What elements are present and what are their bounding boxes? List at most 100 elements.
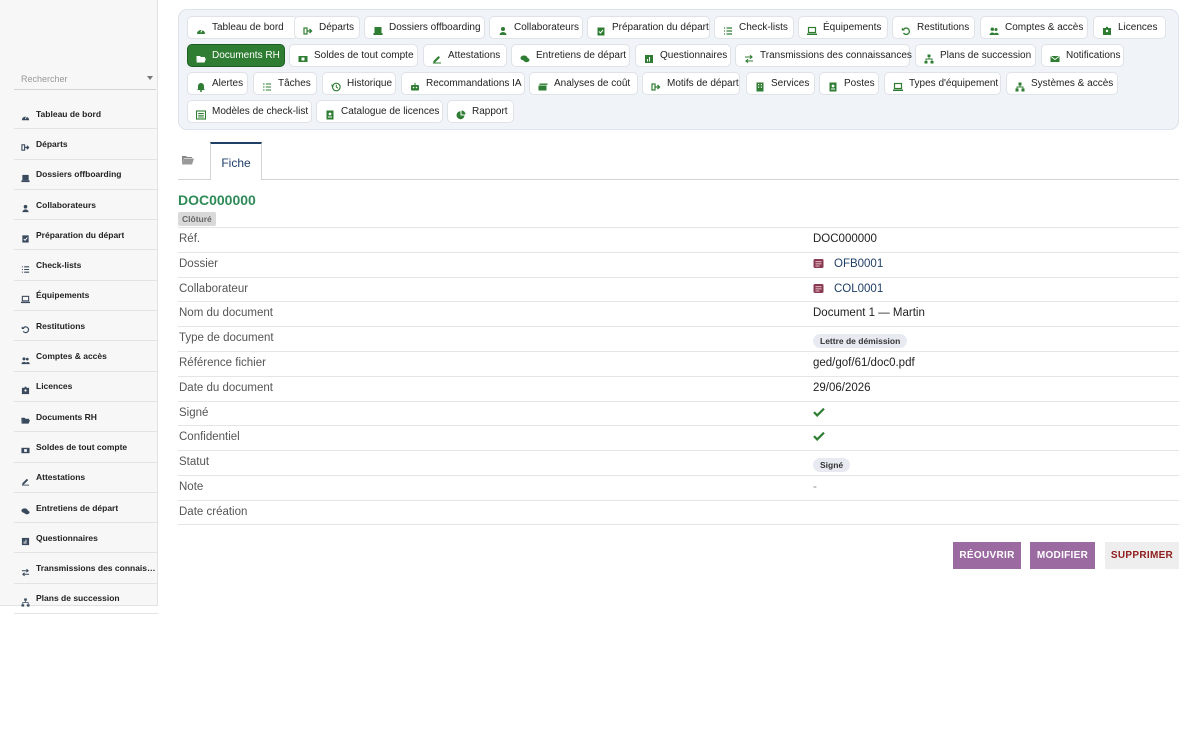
sidebar-item-label: Transmissions des connaissances	[36, 563, 158, 574]
field-label: Collaborateur	[179, 282, 249, 295]
nav-button[interactable]: Analyses de coût	[529, 72, 638, 95]
nav-button[interactable]: Modèles de check-list	[187, 100, 312, 123]
nav-button[interactable]: Préparation du départ	[587, 16, 710, 39]
delete-button[interactable]: SUPPRIMER	[1105, 542, 1179, 569]
field-row: Dossier OFB0001	[178, 251, 1179, 277]
nav-button[interactable]: Équipements	[798, 16, 888, 39]
top-navigation: Tableau de bord Départs Dossiers offboardi…	[178, 9, 1179, 130]
id-card-icon	[828, 79, 838, 91]
edit-button[interactable]: MODIFIER	[1030, 542, 1095, 569]
nav-button[interactable]: Documents RH	[187, 44, 285, 67]
users-icon	[989, 23, 999, 35]
nav-button-label: Postes	[844, 78, 875, 89]
clipboard-check-icon	[21, 230, 30, 243]
sidebar-item[interactable]: Plans de succession	[14, 584, 158, 615]
sidebar-item[interactable]: Attestations	[14, 463, 158, 493]
sidebar-item[interactable]: Comptes & accès	[14, 341, 158, 372]
nav-button[interactable]: Rapport	[447, 100, 514, 123]
reopen-button[interactable]: RÉOUVRIR	[953, 542, 1021, 569]
nav-button[interactable]: Collaborateurs	[489, 16, 583, 39]
nav-button-label: Tâches	[278, 78, 311, 89]
sidebar-item-label: Plans de succession	[36, 593, 120, 604]
field-link[interactable]: COL0001	[834, 283, 883, 295]
nav-button[interactable]: Entretiens de départ	[511, 44, 630, 67]
nav-button[interactable]: Services	[746, 72, 815, 95]
nav-button[interactable]: Attestations	[423, 44, 507, 67]
nav-button-label: Catalogue de licences	[341, 106, 440, 117]
signature-icon	[21, 473, 30, 486]
sidebar-item-label: Collaborateurs	[36, 199, 96, 210]
nav-button-label: Tableau de bord	[212, 22, 284, 33]
field-label: Type de document	[179, 332, 274, 345]
exchange-icon	[21, 564, 30, 576]
sidebar-item[interactable]: Documents RH	[14, 402, 158, 433]
nav-button[interactable]: Alertes	[187, 72, 248, 95]
nav-button[interactable]: Licences	[1093, 16, 1166, 39]
sign-out-icon	[303, 23, 313, 35]
sidebar-item-label: Dossiers offboarding	[36, 169, 122, 180]
field-link[interactable]: OFB0001	[834, 258, 883, 270]
nav-button[interactable]: Départs	[294, 16, 360, 39]
sidebar-item[interactable]: Départs	[14, 129, 158, 160]
field-value: 29/06/2026	[813, 381, 871, 394]
sidebar-item[interactable]: Collaborateurs	[14, 190, 158, 221]
tab-fiche[interactable]: Fiche	[210, 142, 262, 180]
sidebar-item[interactable]: Licences	[14, 372, 158, 402]
nav-button[interactable]: Tableau de bord	[187, 16, 298, 39]
nav-button[interactable]: Plans de succession	[915, 44, 1036, 67]
nav-button-label: Recommandations IA	[426, 78, 522, 89]
sidebar-search-select[interactable]: Rechercher	[14, 68, 156, 90]
sidebar-item[interactable]: Entretiens de départ	[14, 493, 158, 524]
nav-button-label: Préparation du départ	[612, 22, 709, 33]
field-row: Date du document 29/06/2026	[178, 375, 1179, 401]
nav-button[interactable]: Notifications	[1041, 44, 1124, 67]
id-badge-icon	[1102, 23, 1112, 35]
field-row: Collaborateur COL0001	[178, 276, 1179, 302]
sidebar-item[interactable]: Restitutions	[14, 311, 158, 342]
nav-button[interactable]: Check-lists	[714, 16, 794, 39]
nav-button-label: Modèles de check-list	[212, 106, 309, 117]
tasks-icon	[262, 79, 272, 91]
nav-button[interactable]: Types d'équipement	[884, 72, 1001, 95]
field-value	[813, 431, 825, 442]
nav-button[interactable]: Recommandations IA	[401, 72, 525, 95]
nav-button[interactable]: Motifs de départ	[642, 72, 740, 95]
nav-button[interactable]: Postes	[819, 72, 879, 95]
sidebar-item-label: Tableau de bord	[36, 108, 102, 119]
sidebar-item[interactable]: Tableau de bord	[14, 99, 158, 130]
sidebar-item[interactable]: Check-lists	[14, 250, 158, 281]
sidebar-menu: Tableau de bord Départs Dossiers offboardi…	[14, 99, 158, 615]
building-icon	[755, 79, 765, 91]
folder-open-icon[interactable]	[182, 155, 194, 165]
nav-button-label: Départs	[319, 22, 355, 33]
nav-button[interactable]: Comptes & accès	[980, 16, 1088, 39]
nav-button-label: Dossiers offboarding	[389, 22, 481, 33]
clipboard-check-icon	[596, 23, 606, 35]
field-row: Nom du document Document 1 — Martin	[178, 301, 1179, 326]
nav-button[interactable]: Restitutions	[892, 16, 975, 39]
sidebar-item[interactable]: Équipements	[14, 281, 158, 312]
nav-button[interactable]: Tâches	[253, 72, 317, 95]
nav-button[interactable]: Questionnaires	[635, 44, 731, 67]
nav-button[interactable]: Systèmes & accès	[1006, 72, 1118, 95]
nav-button[interactable]: Dossiers offboarding	[364, 16, 485, 39]
sidebar-item[interactable]: Préparation du départ	[14, 220, 158, 251]
field-value: Signé	[813, 456, 851, 473]
sitemap-icon	[924, 51, 934, 63]
sidebar-item[interactable]: Dossiers offboarding	[14, 160, 158, 190]
field-label: Note	[179, 480, 204, 493]
nav-button-label: Licences	[1118, 22, 1158, 33]
field-value: -	[813, 481, 817, 493]
sidebar-item[interactable]: Questionnaires	[14, 523, 158, 554]
nav-button[interactable]: Soldes de tout compte	[289, 44, 418, 67]
nav-button[interactable]: Catalogue de licences	[316, 100, 443, 123]
sidebar-item-label: Licences	[36, 381, 73, 392]
nav-button[interactable]: Historique	[322, 72, 396, 95]
sidebar-item[interactable]: Soldes de tout compte	[14, 432, 158, 463]
id-badge-icon	[21, 382, 30, 394]
nav-button[interactable]: Transmissions des connaissances	[735, 44, 912, 67]
sidebar-item[interactable]: Transmissions des connaissances	[14, 553, 158, 584]
folder-open-icon	[21, 412, 30, 424]
sign-out-icon	[651, 79, 661, 91]
sidebar-item-label: Entretiens de départ	[36, 502, 119, 513]
